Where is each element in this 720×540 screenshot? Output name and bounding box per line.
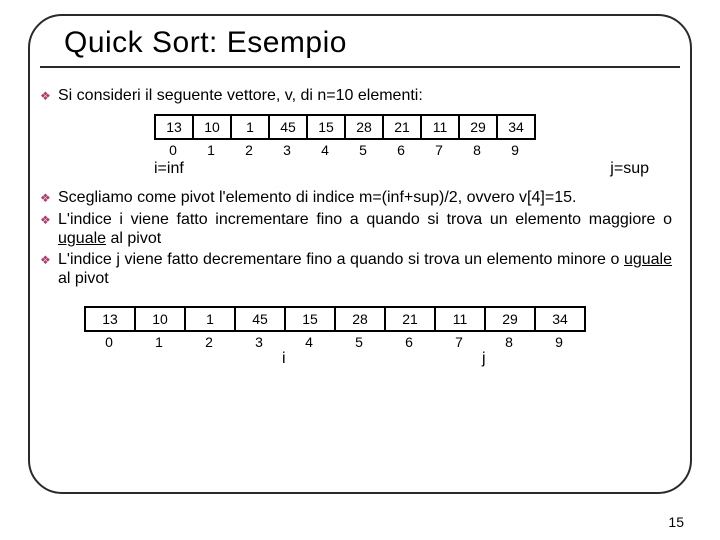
vector-2-table: 13 10 1 45 15 28 21 11 29 34 xyxy=(84,306,586,332)
idx: 4 xyxy=(284,334,334,350)
vector-1-annot: i=inf j=sup xyxy=(154,160,649,178)
cell: 11 xyxy=(421,115,459,139)
cell: 1 xyxy=(231,115,269,139)
diamond-icon: ❖ xyxy=(40,250,58,270)
cell: 45 xyxy=(235,307,285,331)
diamond-icon: ❖ xyxy=(40,86,58,106)
idx: 2 xyxy=(230,142,268,158)
idx: 0 xyxy=(84,334,134,350)
title-rule xyxy=(40,66,680,68)
txt: L'indice j viene fatto decrementare fino… xyxy=(58,251,624,268)
cell: 21 xyxy=(385,307,435,331)
idx: 0 xyxy=(154,142,192,158)
cell: 45 xyxy=(269,115,307,139)
idx: 3 xyxy=(268,142,306,158)
idx: 6 xyxy=(382,142,420,158)
txt: al pivot xyxy=(58,270,109,287)
cell: 10 xyxy=(135,307,185,331)
bullet-1: ❖ Si consideri il seguente vettore, v, d… xyxy=(40,86,680,106)
idx: 8 xyxy=(484,334,534,350)
diamond-icon: ❖ xyxy=(40,210,58,230)
idx: 5 xyxy=(334,334,384,350)
cell: 28 xyxy=(335,307,385,331)
page-number: 15 xyxy=(668,514,684,530)
idx: 7 xyxy=(434,334,484,350)
i-label: i xyxy=(282,350,286,368)
cell: 1 xyxy=(185,307,235,331)
bullet-3-text: L'indice i viene fatto incrementare fino… xyxy=(58,210,672,248)
vector-2-indices: 0 1 2 3 4 5 6 7 8 9 xyxy=(84,334,680,350)
j-sup-label: j=sup xyxy=(610,160,649,178)
cell: 28 xyxy=(345,115,383,139)
bullet-2: ❖ Scegliamo come pivot l'elemento di ind… xyxy=(40,188,672,208)
idx: 3 xyxy=(234,334,284,350)
cell: 34 xyxy=(497,115,535,139)
cell: 13 xyxy=(85,307,135,331)
cell: 21 xyxy=(383,115,421,139)
uguale-underline: uguale xyxy=(624,251,672,268)
vector-1-indices: 0 1 2 3 4 5 6 7 8 9 xyxy=(154,142,680,158)
i-inf-label: i=inf xyxy=(154,160,184,178)
slide-title: Quick Sort: Esempio xyxy=(64,26,347,60)
txt: L'indice i viene fatto incrementare fino… xyxy=(58,211,672,228)
uguale-underline: uguale xyxy=(58,230,106,247)
cell: 29 xyxy=(485,307,535,331)
idx: 9 xyxy=(496,142,534,158)
idx: 8 xyxy=(458,142,496,158)
vector-2-ij: i j xyxy=(84,350,680,374)
slide-content: ❖ Si consideri il seguente vettore, v, d… xyxy=(40,80,680,374)
cell: 10 xyxy=(193,115,231,139)
bullet-4-text: L'indice j viene fatto decrementare fino… xyxy=(58,250,672,288)
cell: 11 xyxy=(435,307,485,331)
bullet-4: ❖ L'indice j viene fatto decrementare fi… xyxy=(40,250,672,288)
bullet-2-text: Scegliamo come pivot l'elemento di indic… xyxy=(58,188,576,207)
j-label: j xyxy=(482,350,486,368)
idx: 4 xyxy=(306,142,344,158)
vector-2-wrap: 13 10 1 45 15 28 21 11 29 34 xyxy=(84,306,680,332)
idx: 2 xyxy=(184,334,234,350)
idx: 9 xyxy=(534,334,584,350)
cell: 15 xyxy=(307,115,345,139)
vector-1-wrap: 13 10 1 45 15 28 21 11 29 34 xyxy=(154,114,680,140)
idx: 7 xyxy=(420,142,458,158)
diamond-icon: ❖ xyxy=(40,188,58,208)
idx: 5 xyxy=(344,142,382,158)
cell: 15 xyxy=(285,307,335,331)
bullet-1-text: Si consideri il seguente vettore, v, di … xyxy=(58,86,423,106)
vector-1-table: 13 10 1 45 15 28 21 11 29 34 xyxy=(154,114,536,140)
idx: 1 xyxy=(192,142,230,158)
cell: 29 xyxy=(459,115,497,139)
cell: 13 xyxy=(155,115,193,139)
bullet-3: ❖ L'indice i viene fatto incrementare fi… xyxy=(40,210,672,248)
idx: 1 xyxy=(134,334,184,350)
bullet-group-2: ❖ Scegliamo come pivot l'elemento di ind… xyxy=(40,188,672,288)
txt: al pivot xyxy=(106,230,161,247)
idx: 6 xyxy=(384,334,434,350)
cell: 34 xyxy=(535,307,585,331)
